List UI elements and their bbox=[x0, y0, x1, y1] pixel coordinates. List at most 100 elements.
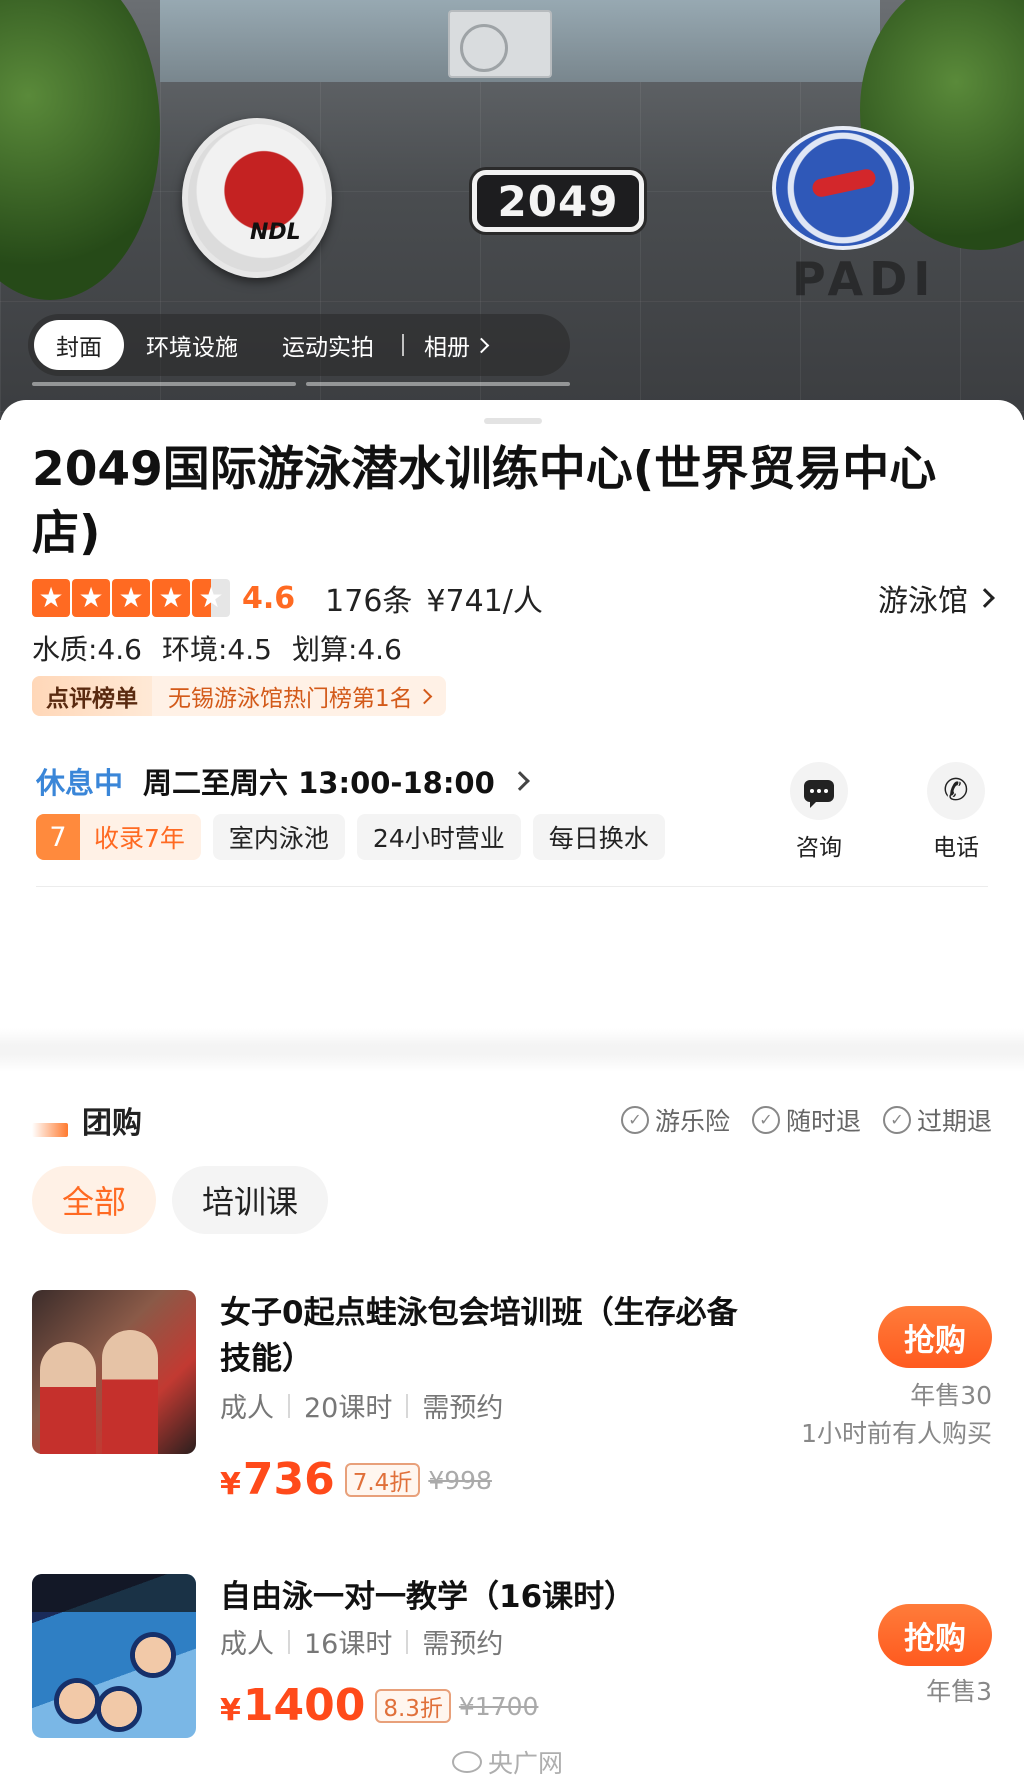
drag-handle[interactable] bbox=[484, 418, 542, 424]
spec-booking: 需预约 bbox=[422, 1629, 504, 1660]
business-hours[interactable]: 休息中 周二至周六 13:00-18:00 bbox=[36, 760, 530, 802]
consult-label: 咨询 bbox=[796, 835, 842, 861]
thumbnail-figure bbox=[96, 1686, 142, 1732]
subscore-value: 划算:4.6 bbox=[291, 633, 402, 666]
tab-cover[interactable]: 封面 bbox=[34, 320, 124, 370]
spec-booking: 需预约 bbox=[422, 1393, 504, 1424]
discount-badge: 7.4折 bbox=[344, 1463, 421, 1497]
category-label: 游泳馆 bbox=[878, 584, 968, 619]
filter-all[interactable]: 全部 bbox=[32, 1166, 157, 1234]
tab-album-label: 相册 bbox=[424, 335, 470, 361]
category-link[interactable]: 游泳馆 bbox=[878, 576, 995, 620]
filter-training[interactable]: 培训课 bbox=[172, 1166, 329, 1234]
spec-audience: 成人 bbox=[220, 1629, 274, 1660]
deal-item[interactable]: 自由泳一对一教学（16课时） 成人 16课时 需预约 ¥1400 8.3折 ¥1… bbox=[32, 1574, 992, 1754]
ranking-badge-text-wrap: 无锡游泳馆热门榜第1名 bbox=[152, 676, 446, 716]
section-divider bbox=[36, 886, 988, 887]
section-gap bbox=[0, 1028, 1024, 1072]
gallery-progress-indicator bbox=[306, 382, 570, 386]
spec-separator bbox=[288, 1629, 290, 1654]
original-price: ¥998 bbox=[428, 1465, 492, 1495]
phone-button[interactable]: ✆ 电话 bbox=[914, 762, 998, 862]
guarantee-label: 过期退 bbox=[916, 1107, 992, 1136]
thumbnail-figure bbox=[54, 1678, 100, 1724]
listed-years-number: 7 bbox=[36, 814, 80, 860]
deal-specs: 成人 16课时 需预约 bbox=[220, 1622, 503, 1661]
deal-specs: 成人 20课时 需预约 bbox=[220, 1386, 503, 1425]
recent-purchase-note: 1小时前有人购买 bbox=[801, 1419, 992, 1448]
listed-years-tag: 7 收录7年 bbox=[36, 814, 201, 860]
review-count[interactable]: 176条 bbox=[325, 576, 412, 620]
shop-title: 2049国际游泳潜水训练中心(世界贸易中心店) bbox=[32, 442, 937, 561]
shop-detail-card: 2049国际游泳潜水训练中心(世界贸易中心店) ★ ★ ★ ★ ★ 4.6 17… bbox=[0, 400, 1024, 1786]
chevron-right-icon bbox=[473, 337, 490, 353]
guarantee-expiry-refund: ✓ 过期退 bbox=[882, 1102, 992, 1138]
buy-button[interactable]: 抢购 bbox=[878, 1604, 992, 1666]
spec-separator bbox=[288, 1393, 290, 1418]
price-value: 736 bbox=[242, 1454, 335, 1505]
buy-button[interactable]: 抢购 bbox=[878, 1306, 992, 1368]
thumbnail-banner bbox=[32, 1574, 196, 1612]
deal-title: 自由泳一对一教学（16课时） bbox=[220, 1579, 636, 1615]
deal-thumbnail bbox=[32, 1290, 196, 1454]
spec-audience: 成人 bbox=[220, 1393, 274, 1424]
air-conditioner-unit bbox=[448, 10, 552, 78]
gallery-progress-indicator bbox=[32, 382, 296, 386]
discount-badge: 8.3折 bbox=[375, 1689, 451, 1723]
thumbnail-figure bbox=[40, 1342, 96, 1454]
ndl-emblem-logo: NDL bbox=[182, 118, 332, 278]
price-row: ¥736 7.4折 ¥998 bbox=[220, 1458, 492, 1502]
thumbnail-figure bbox=[102, 1330, 158, 1454]
price-currency: ¥ bbox=[220, 1693, 241, 1728]
hero-gallery[interactable]: NDL 2049 PADI 封面 环境设施 运动实拍 相册 bbox=[0, 0, 1024, 420]
deal-title: 女子0起点蛙泳包会培训班（生存必备技能） bbox=[220, 1295, 738, 1377]
deal-price: ¥1400 bbox=[220, 1684, 365, 1728]
guarantee-label: 游乐险 bbox=[654, 1107, 730, 1136]
check-circle-icon: ✓ bbox=[751, 1106, 780, 1134]
consult-button[interactable]: 咨询 bbox=[777, 762, 861, 862]
annual-sales: 年售3 bbox=[926, 1677, 992, 1706]
price-row: ¥1400 8.3折 ¥1700 bbox=[220, 1684, 538, 1728]
ranking-badge[interactable]: 点评榜单 无锡游泳馆热门榜第1名 bbox=[32, 676, 446, 716]
listed-years-label: 收录7年 bbox=[94, 824, 185, 853]
padi-emblem-logo bbox=[772, 126, 914, 250]
rating-row: ★ ★ ★ ★ ★ 4.6 176条 ¥741/人 游泳馆 bbox=[32, 576, 995, 620]
deal-thumbnail bbox=[32, 1574, 196, 1738]
deal-item[interactable]: 女子0起点蛙泳包会培训班（生存必备技能） 成人 20课时 需预约 ¥736 7.… bbox=[32, 1290, 992, 1530]
ranking-badge-label: 点评榜单 bbox=[32, 676, 152, 716]
subscore-water: 水质:4.6 bbox=[32, 633, 142, 666]
phone-icon-circle: ✆ bbox=[927, 762, 985, 820]
tab-album[interactable]: 相册 bbox=[404, 320, 509, 370]
rating-score: 4.6 bbox=[242, 580, 296, 616]
subscores: 水质:4.6 环境:4.5 划算:4.6 bbox=[32, 628, 402, 668]
feature-tags: 7 收录7年 室内泳池 24小时营业 每日换水 bbox=[36, 814, 665, 860]
consult-icon-circle bbox=[790, 762, 848, 820]
ndl-emblem-text: NDL bbox=[250, 220, 301, 245]
price-currency: ¥ bbox=[220, 1467, 241, 1502]
star-icon: ★ bbox=[112, 579, 150, 617]
chevron-right-icon bbox=[975, 588, 995, 608]
rating-stars: ★ ★ ★ ★ ★ bbox=[32, 579, 230, 617]
source-watermark: 央广网 bbox=[452, 1744, 563, 1780]
phone-icon: ✆ bbox=[943, 773, 969, 808]
group-buy-header: 团购 ✓ 游乐险 ✓ 随时退 ✓ 过期退 bbox=[32, 1098, 992, 1142]
chevron-right-icon bbox=[416, 688, 432, 704]
building-number-plaque: 2049 bbox=[472, 170, 644, 232]
tab-facilities[interactable]: 环境设施 bbox=[124, 320, 260, 370]
chevron-right-icon bbox=[509, 771, 530, 791]
price-per-person: ¥741/人 bbox=[426, 584, 543, 619]
spec-separator bbox=[406, 1629, 409, 1654]
chat-bubble-icon bbox=[804, 780, 834, 808]
padi-emblem-text: PADI bbox=[792, 252, 937, 306]
guarantee-anytime-refund: ✓ 随时退 bbox=[751, 1102, 861, 1138]
weibo-logo-icon bbox=[452, 1751, 482, 1773]
guarantees: ✓ 游乐险 ✓ 随时退 ✓ 过期退 bbox=[620, 1102, 992, 1138]
star-icon: ★ bbox=[32, 579, 70, 617]
price-value: 1400 bbox=[242, 1680, 366, 1731]
check-circle-icon: ✓ bbox=[620, 1106, 649, 1134]
deal-price: ¥736 bbox=[220, 1458, 335, 1502]
star-icon: ★ bbox=[152, 579, 190, 617]
tab-action-photos[interactable]: 运动实拍 bbox=[260, 320, 396, 370]
guarantee-label: 随时退 bbox=[785, 1107, 861, 1136]
gallery-tab-bar: 封面 环境设施 运动实拍 相册 bbox=[28, 314, 570, 376]
